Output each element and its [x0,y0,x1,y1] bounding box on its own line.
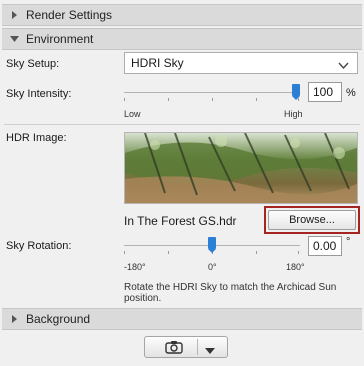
hdr-image-preview [124,132,358,204]
sky-rotation-thumb[interactable] [208,237,216,253]
sky-rotation-unit: ° [346,236,351,248]
section-title: Environment [26,32,94,46]
divider [4,124,360,125]
sky-rotation-label: Sky Rotation: [6,240,72,252]
section-title: Render Settings [26,8,113,22]
sky-intensity-high-label: High [284,109,303,119]
split-divider [197,339,198,355]
sky-setup-value: HDRI Sky [131,56,184,70]
sky-setup-label: Sky Setup: [6,58,60,70]
sky-intensity-value: 100 [313,85,334,99]
section-render-settings[interactable]: Render Settings [2,4,362,26]
sky-setup-select[interactable]: HDRI Sky [124,52,358,74]
sky-intensity-input[interactable]: 100 [308,82,342,102]
sky-intensity-unit: % [346,87,356,99]
sky-intensity-low-label: Low [124,109,141,119]
camera-button[interactable] [144,336,228,358]
chevron-down-icon [338,59,349,73]
camera-icon [165,340,183,357]
browse-button[interactable]: Browse... [268,210,356,230]
hdr-image-label: HDR Image: [6,132,67,144]
hdr-filename: In The Forest GS.hdr [124,214,237,228]
sky-rotation-min-label: -180° [124,262,146,272]
sky-intensity-label: Sky Intensity: [6,88,72,100]
sky-rotation-max-label: 180° [286,262,305,272]
render-settings-panel: Render Settings Environment Sky Setup: H… [0,0,364,366]
triangle-down-icon [2,35,26,43]
section-environment[interactable]: Environment [2,28,362,50]
triangle-right-icon [2,11,26,19]
sky-rotation-input[interactable]: 0.00 [308,236,342,256]
chevron-down-icon[interactable] [205,345,215,357]
browse-label: Browse... [289,214,335,226]
sky-rotation-mid-label: 0° [208,262,217,272]
triangle-right-icon [2,315,26,323]
section-background[interactable]: Background [2,308,362,330]
sky-rotation-hint: Rotate the HDRI Sky to match the Archica… [124,282,337,304]
sky-intensity-thumb[interactable] [292,84,300,100]
section-title: Background [26,312,91,326]
sky-rotation-value: 0.00 [313,239,337,253]
